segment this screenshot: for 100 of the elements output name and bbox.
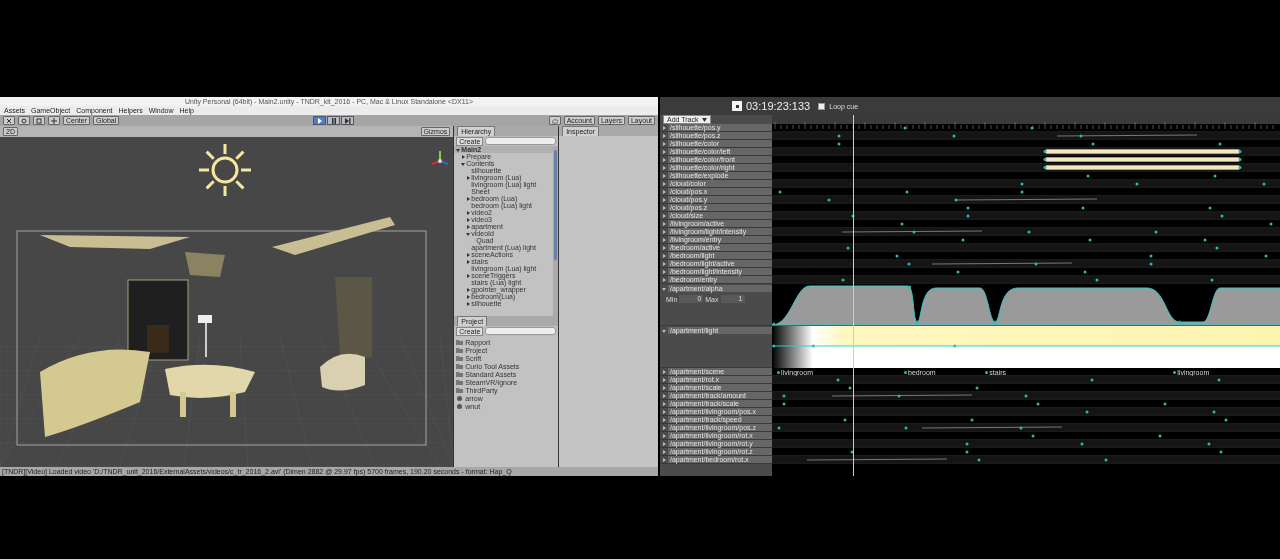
keyframe-dot[interactable]: [1030, 126, 1034, 130]
cross-icon: [6, 117, 12, 124]
keyframe-dot[interactable]: [907, 262, 911, 266]
pause-button[interactable]: [327, 116, 341, 125]
keyframe-dot[interactable]: [903, 126, 907, 130]
keyframe-dot[interactable]: [952, 134, 956, 138]
keyframe-dot[interactable]: [1036, 402, 1040, 406]
move-tool-button[interactable]: [48, 116, 60, 125]
keyframe-dot[interactable]: [970, 418, 974, 422]
keyframe-dot[interactable]: [1020, 190, 1024, 194]
keyframe-dot[interactable]: [1095, 278, 1099, 282]
keyframe-dot[interactable]: [837, 142, 841, 146]
play-button[interactable]: [313, 116, 327, 125]
keyframe-dot[interactable]: [777, 426, 781, 430]
keyframe-dot[interactable]: [837, 134, 841, 138]
timecode: 03:19:23:133: [746, 100, 811, 112]
keyframe-dot[interactable]: [850, 450, 854, 454]
keyframe-dot[interactable]: [782, 402, 786, 406]
keyframe-dot[interactable]: [1262, 182, 1266, 186]
keyframe-dot[interactable]: [904, 370, 908, 374]
keyframe-dot[interactable]: [827, 198, 831, 202]
keyframe-dot[interactable]: [1154, 230, 1158, 234]
cloud-button[interactable]: [548, 116, 561, 125]
keyframe-dot[interactable]: [1207, 442, 1211, 446]
keyframe-dot[interactable]: [1027, 230, 1031, 234]
keyframe-dot[interactable]: [1090, 378, 1094, 382]
plus-icon: [51, 117, 57, 124]
keyframe-dot[interactable]: [965, 450, 969, 454]
keyframe-dot[interactable]: [1024, 394, 1028, 398]
keyframe-dot[interactable]: [904, 426, 908, 430]
stop-button[interactable]: [732, 101, 742, 111]
caret-icon: [701, 117, 707, 122]
keyframe-dot[interactable]: [1163, 402, 1167, 406]
keyframe-dot[interactable]: [1158, 434, 1162, 438]
keyframe-dot[interactable]: [1264, 254, 1268, 258]
keyframe-dot[interactable]: [1081, 206, 1085, 210]
keyframe-dot[interactable]: [1210, 278, 1214, 282]
keyframe-dot[interactable]: [895, 254, 899, 258]
cloud-icon: [551, 117, 558, 124]
keyframe-dot[interactable]: [1079, 134, 1083, 138]
keyframe-dot[interactable]: [846, 246, 850, 250]
rotate-tool-button[interactable]: [18, 116, 30, 125]
keyframe-dot[interactable]: [1135, 182, 1139, 186]
keyframe-dot[interactable]: [1219, 450, 1223, 454]
keyframe-dot[interactable]: [1088, 238, 1092, 242]
keyframe-dot[interactable]: [1217, 378, 1221, 382]
keyframe-dot[interactable]: [1091, 142, 1095, 146]
keyframe-dot[interactable]: [985, 370, 989, 374]
keyframe-dot[interactable]: [965, 442, 969, 446]
keyframe-dot[interactable]: [1085, 410, 1089, 414]
scrollbar-thumb[interactable]: [554, 150, 558, 260]
scale-tool-button[interactable]: [3, 116, 15, 125]
keyframe-dot[interactable]: [1019, 426, 1023, 430]
keyframe-dot[interactable]: [777, 370, 781, 374]
keyframe-dot[interactable]: [1218, 142, 1222, 146]
keyframe-dot[interactable]: [1149, 254, 1153, 258]
keyframe-dot[interactable]: [1149, 262, 1153, 266]
keyframe-dot[interactable]: [1086, 174, 1090, 178]
keyframe-dot[interactable]: [1215, 246, 1219, 250]
loop-checkbox[interactable]: [818, 102, 826, 110]
keyframe-dot[interactable]: [1031, 434, 1035, 438]
keyframe-dot[interactable]: [1220, 214, 1224, 218]
keyframe-dot[interactable]: [1080, 442, 1084, 446]
keyframe-dot[interactable]: [841, 278, 845, 282]
rect-tool-button[interactable]: [33, 116, 45, 125]
search-field[interactable]: [485, 137, 557, 145]
keyframe-dot[interactable]: [966, 206, 970, 210]
keyframe-dot[interactable]: [1104, 458, 1108, 462]
keyframe-dot[interactable]: [778, 190, 782, 194]
keyframe-dot[interactable]: [782, 394, 786, 398]
keyframe-dot[interactable]: [1208, 206, 1212, 210]
keyframe-dot[interactable]: [843, 418, 847, 422]
keyframe-dot[interactable]: [975, 386, 979, 390]
step-icon: [344, 117, 351, 124]
play-icon: [316, 117, 323, 124]
search-field[interactable]: [485, 327, 557, 335]
keyframe-dot[interactable]: [836, 378, 840, 382]
keyframe-dot[interactable]: [1020, 182, 1024, 186]
keyframe-dot[interactable]: [1269, 222, 1273, 226]
step-button[interactable]: [341, 116, 355, 125]
keyframe-dot[interactable]: [1034, 262, 1038, 266]
keyframe-dot[interactable]: [905, 190, 909, 194]
keyframe-dot[interactable]: [897, 394, 901, 398]
keyframe-dot[interactable]: [1173, 370, 1177, 374]
keyframe-dot[interactable]: [1224, 418, 1228, 422]
keyframe-dot[interactable]: [961, 238, 965, 242]
keyframe-dot[interactable]: [977, 458, 981, 462]
keyframe-dot[interactable]: [1213, 174, 1217, 178]
keyframe-dot[interactable]: [848, 386, 852, 390]
pause-icon: [330, 117, 337, 124]
keyframe-dot[interactable]: [966, 214, 970, 218]
keyframe-dot[interactable]: [956, 270, 960, 274]
keyframe-dot[interactable]: [954, 198, 958, 202]
keyframe-dot[interactable]: [1203, 238, 1207, 242]
keyframe-dot[interactable]: [1083, 270, 1087, 274]
keyframe-dot[interactable]: [912, 230, 916, 234]
axis-gizmo-icon: [431, 150, 449, 165]
keyframe-dot[interactable]: [851, 214, 855, 218]
keyframe-dot[interactable]: [900, 222, 904, 226]
keyframe-dot[interactable]: [1212, 410, 1216, 414]
